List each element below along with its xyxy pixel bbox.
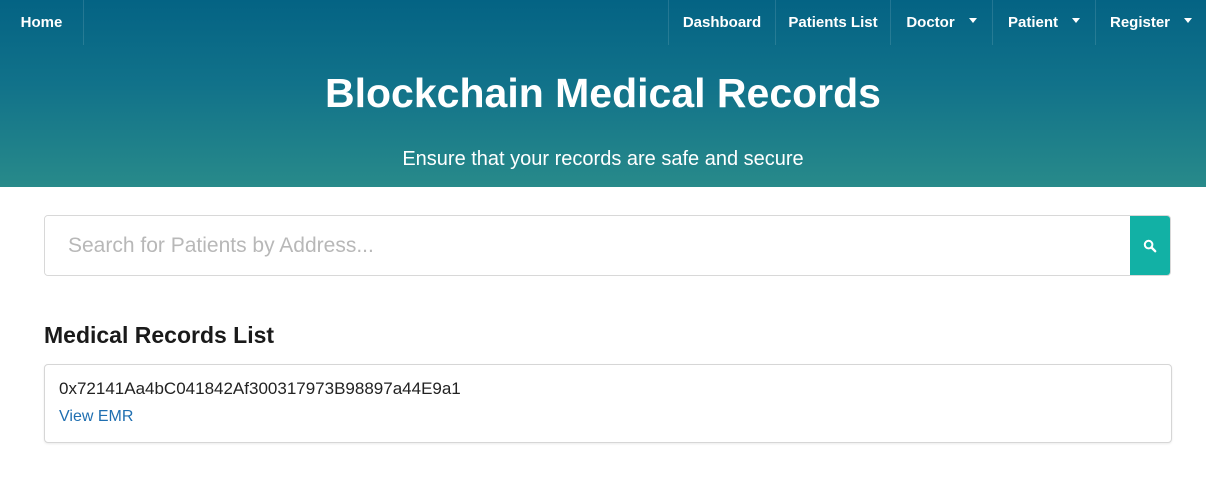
search-button[interactable]: [1130, 216, 1170, 275]
nav-patients-list-link[interactable]: Patients List: [776, 0, 890, 45]
nav-home-link[interactable]: Home: [0, 0, 83, 45]
nav-patient-dropdown[interactable]: Patient: [993, 0, 1095, 45]
record-address: 0x72141Aa4bC041842Af300317973B98897a44E9…: [59, 379, 461, 398]
navbar: Home Dashboard Patients List Doctor Pati…: [0, 0, 1206, 45]
caret-down-icon: [968, 18, 977, 23]
nav-patient-label: Patient: [1007, 14, 1058, 31]
nav-register-label: Register: [1109, 14, 1171, 31]
records-heading: Medical Records List: [44, 322, 275, 348]
record-list-item: 0x72141Aa4bC041842Af300317973B98897a44E9…: [44, 364, 1172, 443]
caret-down-icon: [1072, 18, 1080, 23]
search-bar: [44, 215, 1171, 276]
page-title: Blockchain Medical Records: [325, 70, 881, 116]
nav-dashboard-link[interactable]: Dashboard: [669, 0, 775, 45]
caret-down-icon: [1184, 18, 1193, 23]
nav-doctor-label: Doctor: [906, 14, 955, 31]
page-subtitle: Ensure that your records are safe and se…: [402, 148, 804, 170]
nav-doctor-dropdown[interactable]: Doctor: [891, 0, 992, 45]
search-input[interactable]: [45, 216, 1130, 275]
nav-divider: [83, 0, 84, 45]
search-icon: [1143, 239, 1157, 252]
view-emr-link[interactable]: View EMR: [59, 408, 133, 426]
site-header: Home Dashboard Patients List Doctor Pati…: [0, 0, 1206, 187]
nav-register-dropdown[interactable]: Register: [1096, 0, 1206, 45]
